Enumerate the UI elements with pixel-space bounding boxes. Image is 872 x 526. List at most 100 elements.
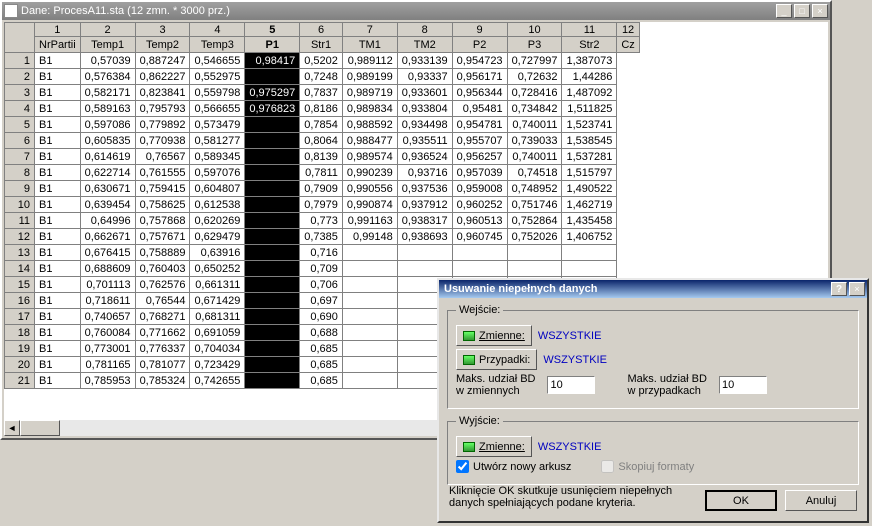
cell[interactable]: 0,650252 bbox=[190, 261, 245, 277]
cell[interactable]: 0,752864 bbox=[507, 213, 562, 229]
max-bd-vars-input[interactable] bbox=[547, 376, 595, 394]
cell[interactable]: 0,785953 bbox=[80, 373, 135, 389]
cell[interactable] bbox=[245, 165, 300, 181]
cell[interactable]: 0,757671 bbox=[135, 229, 190, 245]
cell[interactable]: 0,770938 bbox=[135, 133, 190, 149]
cell[interactable]: B1 bbox=[35, 325, 81, 341]
cell[interactable]: 0,757868 bbox=[135, 213, 190, 229]
cell[interactable]: 0,936524 bbox=[397, 149, 452, 165]
cell[interactable]: 0,605835 bbox=[80, 133, 135, 149]
cell[interactable]: 0,64996 bbox=[80, 213, 135, 229]
cell[interactable]: 0,762576 bbox=[135, 277, 190, 293]
cell[interactable]: 0,546655 bbox=[190, 53, 245, 69]
cell[interactable] bbox=[452, 261, 507, 277]
row-header[interactable]: 17 bbox=[5, 309, 35, 325]
row-header[interactable]: 20 bbox=[5, 357, 35, 373]
cell[interactable]: B1 bbox=[35, 69, 81, 85]
cell[interactable]: 0,676415 bbox=[80, 245, 135, 261]
col-num-header[interactable]: 7 bbox=[342, 23, 397, 37]
col-name-header[interactable]: Temp3 bbox=[190, 37, 245, 53]
cell[interactable]: 0,761555 bbox=[135, 165, 190, 181]
cell[interactable]: 1,515797 bbox=[562, 165, 617, 181]
cell[interactable]: 0,685 bbox=[300, 341, 343, 357]
cell[interactable]: 0,990239 bbox=[342, 165, 397, 181]
row-header[interactable]: 9 bbox=[5, 181, 35, 197]
cell[interactable] bbox=[245, 309, 300, 325]
cell[interactable]: 0,76544 bbox=[135, 293, 190, 309]
row-header[interactable]: 16 bbox=[5, 293, 35, 309]
cell[interactable]: 0,559798 bbox=[190, 85, 245, 101]
cell[interactable]: 0,57039 bbox=[80, 53, 135, 69]
cell[interactable]: 0,954781 bbox=[452, 117, 507, 133]
col-num-header[interactable]: 8 bbox=[397, 23, 452, 37]
row-header[interactable]: 8 bbox=[5, 165, 35, 181]
cell[interactable] bbox=[245, 69, 300, 85]
cell[interactable] bbox=[245, 229, 300, 245]
table-row[interactable]: 14B10,6886090,7604030,6502520,709 bbox=[5, 261, 640, 277]
cell[interactable]: 0,718611 bbox=[80, 293, 135, 309]
row-header[interactable]: 13 bbox=[5, 245, 35, 261]
table-row[interactable]: 2B10,5763840,8622270,5529750,72480,98919… bbox=[5, 69, 640, 85]
cell[interactable]: 0,988477 bbox=[342, 133, 397, 149]
cell[interactable]: 0,8139 bbox=[300, 149, 343, 165]
cell[interactable]: 0,716 bbox=[300, 245, 343, 261]
col-num-header[interactable]: 10 bbox=[507, 23, 562, 37]
cell[interactable]: 0,989199 bbox=[342, 69, 397, 85]
cell[interactable]: 1,487092 bbox=[562, 85, 617, 101]
cell[interactable]: 0,99148 bbox=[342, 229, 397, 245]
cell[interactable]: 0,956257 bbox=[452, 149, 507, 165]
cell[interactable]: B1 bbox=[35, 117, 81, 133]
col-num-header[interactable]: 12 bbox=[617, 23, 639, 37]
cell[interactable]: 0,98417 bbox=[245, 53, 300, 69]
corner-cell[interactable] bbox=[5, 23, 35, 53]
cell[interactable] bbox=[342, 341, 397, 357]
cell[interactable]: B1 bbox=[35, 245, 81, 261]
row-header[interactable]: 21 bbox=[5, 373, 35, 389]
col-num-header[interactable]: 5 bbox=[245, 23, 300, 37]
table-row[interactable]: 12B10,6626710,7576710,6294790,73850,9914… bbox=[5, 229, 640, 245]
cell[interactable]: 0,589345 bbox=[190, 149, 245, 165]
row-header[interactable]: 7 bbox=[5, 149, 35, 165]
cell[interactable]: 0,768271 bbox=[135, 309, 190, 325]
cell[interactable]: 0,573479 bbox=[190, 117, 245, 133]
row-header[interactable]: 2 bbox=[5, 69, 35, 85]
col-name-header[interactable]: NrPartii bbox=[35, 37, 81, 53]
cell[interactable]: 1,435458 bbox=[562, 213, 617, 229]
cell[interactable]: 0,781077 bbox=[135, 357, 190, 373]
cell[interactable]: 0,622714 bbox=[80, 165, 135, 181]
cell[interactable]: B1 bbox=[35, 357, 81, 373]
cell[interactable]: 0,704034 bbox=[190, 341, 245, 357]
cell[interactable]: 0,662671 bbox=[80, 229, 135, 245]
cell[interactable]: 0,629479 bbox=[190, 229, 245, 245]
cell[interactable]: 0,576384 bbox=[80, 69, 135, 85]
cell[interactable]: 0,758889 bbox=[135, 245, 190, 261]
cell[interactable]: 1,538545 bbox=[562, 133, 617, 149]
maximize-button[interactable]: □ bbox=[794, 4, 810, 18]
cell[interactable]: 0,989834 bbox=[342, 101, 397, 117]
cell[interactable]: 1,387073 bbox=[562, 53, 617, 69]
table-row[interactable]: 7B10,6146190,765670,5893450,81390,989574… bbox=[5, 149, 640, 165]
cell[interactable] bbox=[397, 261, 452, 277]
cell[interactable]: 0,740011 bbox=[507, 149, 562, 165]
col-name-header[interactable]: TM1 bbox=[342, 37, 397, 53]
cell[interactable]: 0,771662 bbox=[135, 325, 190, 341]
cell[interactable]: 0,7854 bbox=[300, 117, 343, 133]
cell[interactable]: B1 bbox=[35, 309, 81, 325]
cell[interactable]: 0,688609 bbox=[80, 261, 135, 277]
cell[interactable] bbox=[245, 117, 300, 133]
cell[interactable]: 0,935511 bbox=[397, 133, 452, 149]
cell[interactable]: 0,752026 bbox=[507, 229, 562, 245]
cell[interactable]: 0,960745 bbox=[452, 229, 507, 245]
cell[interactable] bbox=[342, 373, 397, 389]
cell[interactable]: 0,723429 bbox=[190, 357, 245, 373]
cell[interactable]: 0,7248 bbox=[300, 69, 343, 85]
cell[interactable]: 0,751746 bbox=[507, 197, 562, 213]
row-header[interactable]: 10 bbox=[5, 197, 35, 213]
col-name-header[interactable]: Str1 bbox=[300, 37, 343, 53]
cell[interactable]: 0,706 bbox=[300, 277, 343, 293]
table-row[interactable]: 9B10,6306710,7594150,6048070,79090,99055… bbox=[5, 181, 640, 197]
cell[interactable]: 0,582171 bbox=[80, 85, 135, 101]
col-name-header[interactable]: Temp1 bbox=[80, 37, 135, 53]
cell[interactable] bbox=[562, 245, 617, 261]
row-header[interactable]: 19 bbox=[5, 341, 35, 357]
